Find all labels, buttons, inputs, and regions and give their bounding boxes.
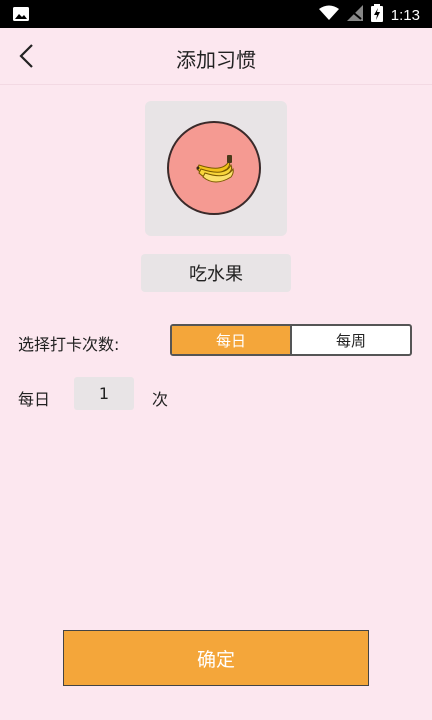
frequency-label: 选择打卡次数: — [18, 335, 120, 354]
battery-charging-icon — [370, 4, 383, 26]
signal-icon — [346, 5, 363, 25]
habit-name-input[interactable]: 吃水果 — [141, 254, 291, 292]
wifi-icon — [318, 5, 339, 25]
habit-icon-picker[interactable] — [145, 101, 287, 236]
page-title: 添加习惯 — [176, 48, 256, 72]
count-input[interactable]: 1 — [74, 377, 134, 410]
status-bar: 1:13 — [0, 0, 432, 28]
image-icon — [12, 6, 30, 26]
habit-icon-circle — [167, 121, 261, 215]
count-unit-label: 次 — [152, 390, 169, 409]
banana-icon — [196, 155, 234, 183]
frequency-option-weekly[interactable]: 每周 — [292, 326, 410, 354]
header-divider — [0, 84, 432, 85]
app-header: 添加习惯 — [0, 28, 432, 84]
status-time: 1:13 — [390, 6, 420, 24]
frequency-toggle: 每日 每周 — [170, 324, 412, 356]
frequency-option-daily[interactable]: 每日 — [172, 326, 292, 354]
confirm-button[interactable]: 确定 — [63, 630, 369, 686]
count-prefix-label: 每日 — [18, 390, 51, 409]
